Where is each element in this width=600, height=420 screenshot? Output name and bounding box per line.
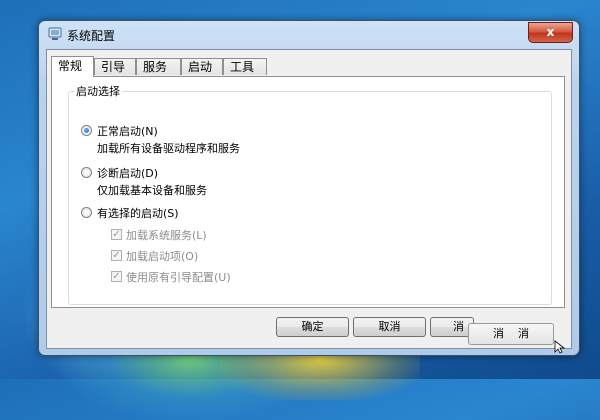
tab-tools[interactable]: 工具 xyxy=(223,58,267,75)
load-system-services-label: 加载系统服务(L) xyxy=(126,229,207,242)
normal-startup-radio[interactable] xyxy=(81,125,92,136)
selective-startup-label[interactable]: 有选择的启动(S) xyxy=(97,205,179,221)
tab-boot[interactable]: 引导 xyxy=(94,58,136,75)
cancel-button[interactable]: 取消 xyxy=(353,317,426,337)
diagnostic-startup-radio[interactable] xyxy=(81,167,92,178)
tab-services[interactable]: 服务 xyxy=(136,58,181,75)
general-tab-panel: 启动选择 正常启动(N) 加载所有设备驱动程序和服务 诊断启动(D) 仅加载基本… xyxy=(51,76,565,308)
normal-startup-desc: 加载所有设备驱动程序和服务 xyxy=(97,142,240,155)
title-bar[interactable]: 系统配置 x xyxy=(39,21,579,47)
load-system-services-checkbox[interactable]: ✓ xyxy=(111,229,122,240)
normal-startup-label[interactable]: 正常启动(N) xyxy=(97,123,158,139)
radio-selected-dot xyxy=(84,128,89,133)
startup-selection-label: 启动选择 xyxy=(74,83,122,99)
tab-startup[interactable]: 启动 xyxy=(181,58,223,75)
selective-startup-radio[interactable] xyxy=(81,207,92,218)
mouse-cursor-icon xyxy=(554,340,566,354)
tab-general[interactable]: 常规 xyxy=(51,56,94,77)
ok-button[interactable]: 确定 xyxy=(276,317,349,337)
help-button[interactable]: 消 消 xyxy=(468,323,554,345)
diagnostic-startup-label[interactable]: 诊断启动(D) xyxy=(97,165,158,181)
dialog-body: 常规 引导 服务 启动 工具 启动选择 正常启动(N) 加载所有设备驱动程序和服… xyxy=(46,49,572,349)
load-startup-items-checkbox[interactable]: ✓ xyxy=(111,250,122,261)
system-config-icon xyxy=(48,27,62,40)
use-original-boot-config-checkbox[interactable]: ✓ xyxy=(111,271,122,282)
use-original-boot-config-label: 使用原有引导配置(U) xyxy=(126,271,231,284)
load-startup-items-label: 加载启动项(O) xyxy=(126,250,199,263)
close-button[interactable]: x xyxy=(528,22,573,43)
system-config-window: 系统配置 x 常规 引导 服务 启动 工具 启动选择 正常启动(N) 加载所有设… xyxy=(38,20,580,356)
window-title: 系统配置 xyxy=(67,29,116,43)
diagnostic-startup-desc: 仅加载基本设备和服务 xyxy=(97,184,207,197)
